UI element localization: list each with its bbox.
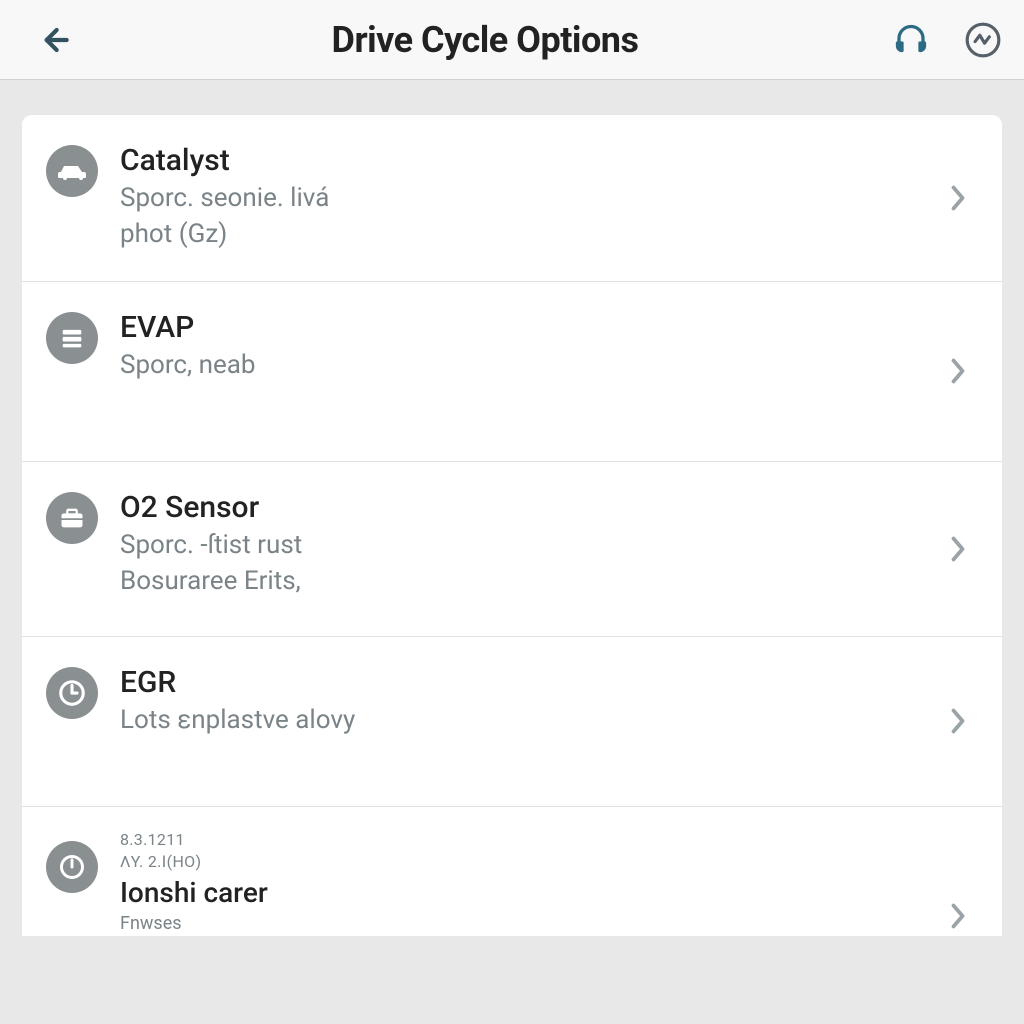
item-meta: 8.3.1211 <box>120 829 930 851</box>
gauge-icon <box>46 667 98 719</box>
list-item-catalyst[interactable]: Catalyst Sporc. seonie. livá phot (Gz) <box>22 115 1002 282</box>
item-subtitle: Lots εnplastve alovy <box>120 702 930 738</box>
header: Drive Cycle Options <box>0 0 1024 80</box>
item-body: Catalyst Sporc. seonie. livá phot (Gz) <box>120 143 930 253</box>
page-title: Drive Cycle Options <box>80 19 890 61</box>
support-button[interactable] <box>890 19 932 61</box>
header-actions <box>890 19 1004 61</box>
arrow-left-icon <box>35 20 75 60</box>
item-subtitle: Fnwses <box>120 911 930 936</box>
item-body: 8.3.1211 ΛY. 2.Ⅰ(HO) Ionshi carer Fnwses <box>120 827 930 936</box>
item-body: EVAP Sporc, neab <box>120 310 930 383</box>
item-title: Ionshi carer <box>120 876 930 909</box>
chevron-right-icon <box>942 355 974 387</box>
item-title: Catalyst <box>120 143 930 178</box>
stack-icon <box>46 312 98 364</box>
chevron-right-icon <box>942 533 974 565</box>
activity-circle-icon <box>964 21 1002 59</box>
chevron-right-icon <box>942 900 974 932</box>
item-title: O2 Sensor <box>120 490 930 525</box>
item-subtitle-2: phot (Gz) <box>120 216 930 252</box>
item-meta-2: ΛY. 2.Ⅰ(HO) <box>120 851 930 873</box>
activity-button[interactable] <box>962 19 1004 61</box>
item-title: EVAP <box>120 310 930 345</box>
list-item-ionshi[interactable]: 8.3.1211 ΛY. 2.Ⅰ(HO) Ionshi carer Fnwses <box>22 807 1002 936</box>
list-item-egr[interactable]: EGR Lots εnplastve alovy <box>22 637 1002 807</box>
case-icon <box>46 492 98 544</box>
options-list: Catalyst Sporc. seonie. livá phot (Gz) E… <box>22 115 1002 936</box>
car-icon <box>46 145 98 197</box>
chevron-right-icon <box>942 705 974 737</box>
power-icon <box>46 841 98 893</box>
chevron-right-icon <box>942 182 974 214</box>
headset-icon <box>893 22 929 58</box>
item-body: EGR Lots εnplastve alovy <box>120 665 930 738</box>
item-subtitle-2: Bosuraree Erits, <box>120 563 930 599</box>
back-button[interactable] <box>30 15 80 65</box>
item-title: EGR <box>120 665 930 700</box>
item-subtitle: Sporc. seonie. livá <box>120 180 930 216</box>
item-body: O2 Sensor Sporc. -ſtist rust Bosuraree E… <box>120 490 930 600</box>
item-subtitle: Sporc, neab <box>120 347 930 383</box>
list-item-evap[interactable]: EVAP Sporc, neab <box>22 282 1002 462</box>
list-item-o2sensor[interactable]: O2 Sensor Sporc. -ſtist rust Bosuraree E… <box>22 462 1002 637</box>
content: Catalyst Sporc. seonie. livá phot (Gz) E… <box>0 80 1024 936</box>
item-subtitle: Sporc. -ſtist rust <box>120 527 930 563</box>
